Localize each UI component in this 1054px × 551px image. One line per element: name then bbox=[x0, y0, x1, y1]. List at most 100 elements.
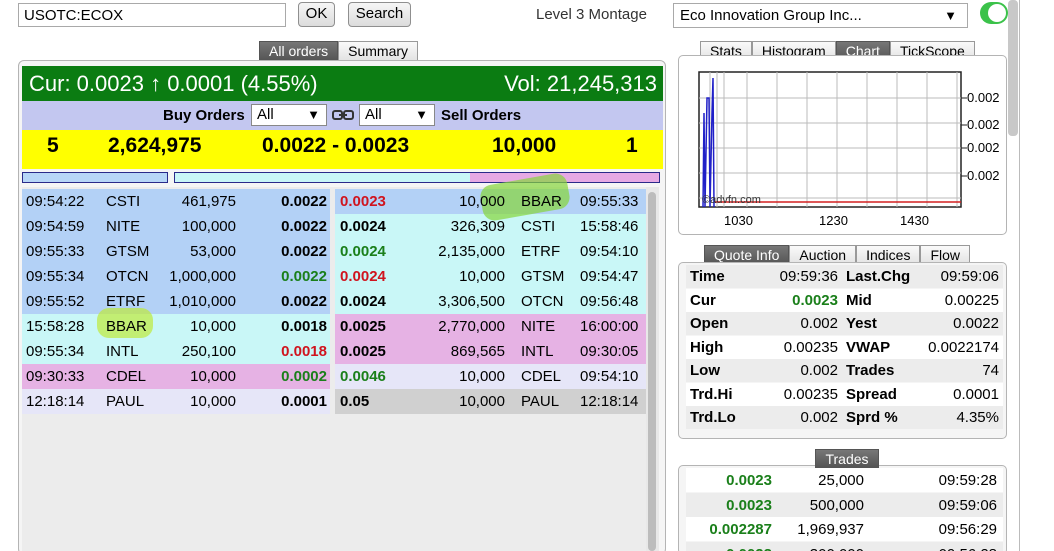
quote-label: Mid bbox=[846, 291, 872, 309]
symbol-input[interactable] bbox=[18, 3, 286, 27]
bid-size: 53,000 bbox=[190, 243, 236, 260]
quote-label: Trd.Hi bbox=[690, 385, 733, 403]
ask-row[interactable]: 0.0024 2,135,000 ETRF 09:54:10 bbox=[335, 239, 653, 264]
ask-row[interactable]: 0.0024 10,000 GTSM 09:54:47 bbox=[335, 264, 653, 289]
ask-size: 10,000 bbox=[459, 393, 505, 410]
quote-label: Low bbox=[690, 362, 720, 379]
bid-size: 10,000 bbox=[190, 318, 236, 335]
ask-row[interactable]: 0.05 10,000 PAUL 12:18:14 bbox=[335, 389, 653, 414]
trade-time: 09:56:28 bbox=[939, 546, 997, 551]
company-name: Eco Innovation Group Inc... bbox=[680, 7, 862, 24]
bid-price: 0.0001 bbox=[281, 393, 327, 410]
ask-row[interactable]: 0.0025 2,770,000 NITE 16:00:00 bbox=[335, 314, 653, 339]
trade-size: 500,000 bbox=[809, 496, 864, 514]
bid-row[interactable]: 09:55:34 OTCN 1,000,000 0.0022 bbox=[22, 264, 330, 289]
quote-value: 0.0023 bbox=[792, 291, 838, 309]
quote-label: High bbox=[690, 338, 724, 356]
search-button[interactable]: Search bbox=[348, 2, 411, 27]
quote-label: Trd.Lo bbox=[690, 409, 736, 426]
bid-row[interactable]: 09:54:22 CSTI 461,975 0.0022 bbox=[22, 189, 330, 214]
dropdown-arrow-icon: ▼ bbox=[944, 8, 957, 23]
link-icon[interactable] bbox=[332, 107, 354, 123]
bid-row[interactable]: 09:30:33 CDEL 10,000 0.0002 bbox=[22, 364, 330, 389]
trade-price: 0.0023 bbox=[726, 496, 772, 514]
chevron-down-icon: ▼ bbox=[415, 107, 428, 122]
quote-row: Trd.Hi 0.00235 Spread 0.0001 bbox=[686, 382, 1003, 406]
bid-count: 5 bbox=[47, 134, 59, 157]
page-scrollbar[interactable] bbox=[1008, 0, 1018, 136]
bid-row[interactable]: 09:55:52 ETRF 1,010,000 0.0022 bbox=[22, 289, 330, 314]
chevron-down-icon: ▼ bbox=[307, 107, 320, 122]
y-tick-label: 0.002 bbox=[967, 140, 1000, 155]
trades-title[interactable]: Trades bbox=[815, 449, 879, 468]
x-tick-label: 1230 bbox=[819, 213, 848, 228]
tab-all-orders[interactable]: All orders bbox=[259, 41, 339, 61]
bid-price: 0.0022 bbox=[281, 243, 327, 260]
ask-time: 09:54:47 bbox=[580, 268, 639, 285]
bid-price: 0.0022 bbox=[281, 193, 327, 210]
ask-price: 0.0024 bbox=[340, 293, 386, 310]
bid-market-maker: CDEL bbox=[106, 368, 147, 385]
table-scrollbar[interactable] bbox=[646, 187, 659, 551]
bid-price: 0.0022 bbox=[281, 268, 327, 285]
quote-label: Sprd % bbox=[846, 409, 898, 426]
ask-time: 15:58:46 bbox=[580, 218, 639, 235]
ask-price: 0.0023 bbox=[340, 193, 386, 210]
bid-size: 461,975 bbox=[181, 193, 236, 210]
ok-button[interactable]: OK bbox=[298, 2, 335, 27]
bid-time: 09:30:33 bbox=[26, 368, 85, 385]
bid-market-maker: INTL bbox=[106, 343, 139, 360]
live-toggle[interactable] bbox=[980, 2, 1008, 24]
bid-market-maker: GTSM bbox=[106, 243, 150, 260]
ask-price: 0.0025 bbox=[340, 318, 386, 335]
quote-label: Spread bbox=[846, 385, 897, 403]
chart-watermark: ©advfn.com bbox=[702, 194, 761, 206]
buy-filter-select[interactable]: All ▼ bbox=[251, 104, 327, 126]
bid-time: 15:58:28 bbox=[26, 318, 85, 335]
y-tick-label: 0.002 bbox=[967, 90, 1000, 105]
ask-time: 16:00:00 bbox=[580, 318, 639, 335]
bid-market-maker: CSTI bbox=[106, 193, 141, 210]
bid-row[interactable]: 09:55:33 GTSM 53,000 0.0022 bbox=[22, 239, 330, 264]
sell-filter-select[interactable]: All ▼ bbox=[359, 104, 435, 126]
bid-row[interactable]: 12:18:14 PAUL 10,000 0.0001 bbox=[22, 389, 330, 414]
bid-row[interactable]: 09:54:59 NITE 100,000 0.0022 bbox=[22, 214, 330, 239]
ask-row[interactable]: 0.0024 326,309 CSTI 15:58:46 bbox=[335, 214, 653, 239]
ask-row[interactable]: 0.0023 10,000 BBAR 09:55:33 bbox=[335, 189, 653, 214]
ask-price: 0.05 bbox=[340, 393, 370, 410]
sell-filter-value: All bbox=[365, 106, 382, 123]
ask-price: 0.0024 bbox=[340, 268, 386, 285]
company-select[interactable]: Eco Innovation Group Inc... ▼ bbox=[673, 3, 968, 28]
toggle-knob bbox=[988, 4, 1006, 22]
bid-market-maker: BBAR bbox=[106, 318, 147, 335]
quote-value: 0.002 bbox=[800, 362, 838, 379]
bid-size: 250,100 bbox=[181, 343, 236, 360]
ask-row[interactable]: 0.0024 3,306,500 OTCN 09:56:48 bbox=[335, 289, 653, 314]
bid-row[interactable]: 09:55:34 INTL 250,100 0.0018 bbox=[22, 339, 330, 364]
y-tick-label: 0.002 bbox=[967, 117, 1000, 132]
ask-row[interactable]: 0.0025 869,565 INTL 09:30:05 bbox=[335, 339, 653, 364]
ask-market-maker: NITE bbox=[521, 318, 556, 335]
ask-row[interactable]: 0.0046 10,000 CDEL 09:54:10 bbox=[335, 364, 653, 389]
ask-size-total: 10,000 bbox=[492, 134, 557, 157]
bid-market-maker: PAUL bbox=[106, 393, 145, 410]
scrollbar-thumb[interactable] bbox=[648, 192, 656, 551]
bid-time: 09:55:52 bbox=[26, 293, 85, 310]
frame-divider bbox=[1019, 0, 1020, 551]
bid-size: 1,010,000 bbox=[169, 293, 236, 310]
bid-size: 10,000 bbox=[190, 368, 236, 385]
quote-label: Last.Chg bbox=[846, 268, 911, 285]
bid-time: 12:18:14 bbox=[26, 393, 85, 410]
order-tables: 09:54:22 CSTI 461,975 0.0022 09:54:59 NITE 100… bbox=[22, 171, 653, 551]
ask-size: 10,000 bbox=[459, 193, 505, 210]
quote-label: Cur bbox=[690, 291, 716, 309]
quote-value: 09:59:36 bbox=[779, 268, 838, 285]
ask-price: 0.0024 bbox=[340, 218, 386, 235]
ask-market-maker: GTSM bbox=[521, 268, 565, 285]
bid-row[interactable]: 15:58:28 BBAR 10,000 0.0018 bbox=[22, 314, 330, 339]
bid-time: 09:54:59 bbox=[26, 218, 85, 235]
tab-summary[interactable]: Summary bbox=[338, 41, 419, 61]
quote-label: Time bbox=[690, 268, 725, 285]
ask-size: 2,135,000 bbox=[438, 243, 505, 260]
quote-value: 0.0022 bbox=[953, 315, 999, 332]
